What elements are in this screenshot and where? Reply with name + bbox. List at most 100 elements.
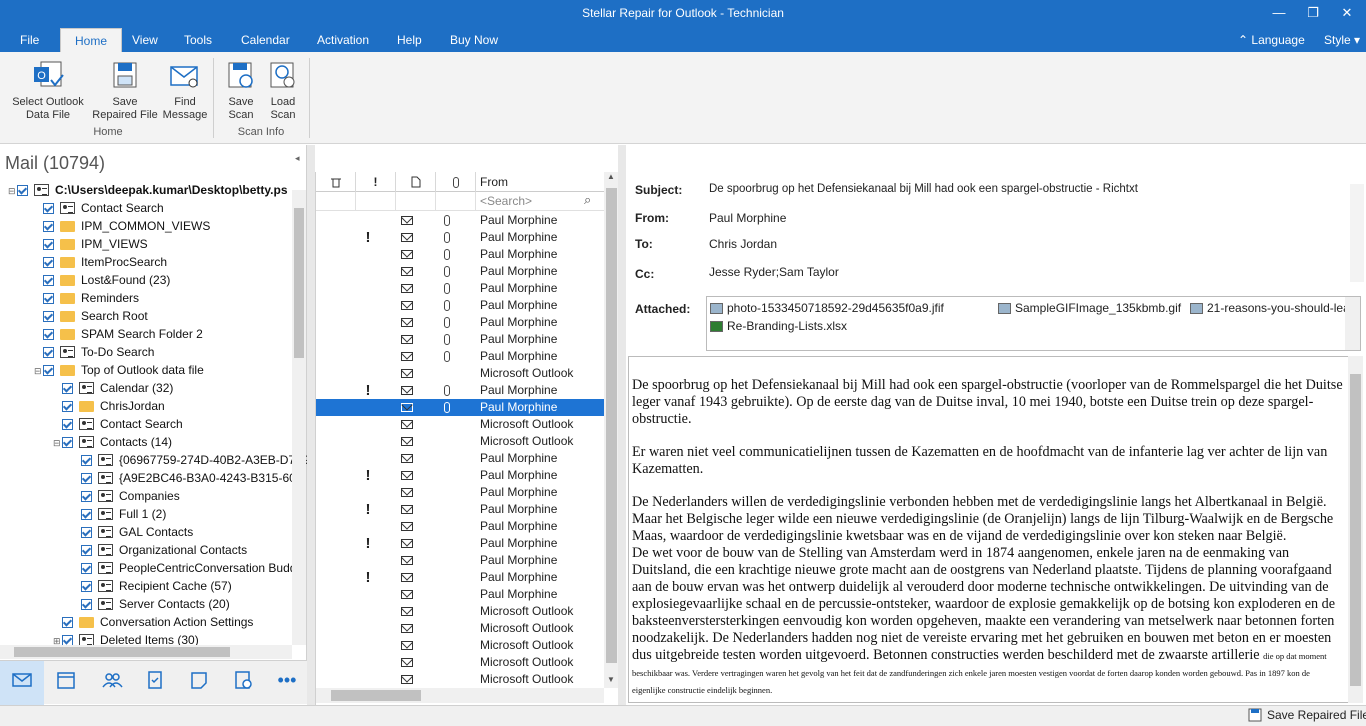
tree-item[interactable]: Full 1 (2) bbox=[72, 505, 166, 523]
tree-item[interactable]: {06967759-274D-40B2-A3EB-D7F9 bbox=[72, 451, 309, 469]
folder-checkbox[interactable] bbox=[81, 509, 92, 520]
attachments-scrollbar[interactable] bbox=[1345, 297, 1360, 350]
menu-help[interactable]: Help bbox=[397, 33, 422, 47]
tree-item[interactable]: {A9E2BC46-B3A0-4243-B315-60D bbox=[72, 469, 304, 487]
type-column-header[interactable] bbox=[396, 172, 436, 192]
menu-file[interactable]: File bbox=[20, 33, 39, 47]
message-row[interactable]: Microsoft Outlook bbox=[316, 433, 604, 450]
message-row[interactable]: Paul Morphine bbox=[316, 263, 604, 280]
folder-checkbox[interactable] bbox=[81, 491, 92, 502]
scroll-down-icon[interactable]: ▼ bbox=[607, 675, 615, 684]
menu-buy-now[interactable]: Buy Now bbox=[450, 33, 498, 47]
menu-tools[interactable]: Tools bbox=[184, 33, 212, 47]
folder-checkbox[interactable] bbox=[43, 221, 54, 232]
message-row[interactable]: Paul Morphine bbox=[316, 586, 604, 603]
language-menu[interactable]: ⌃ Language bbox=[1238, 33, 1305, 47]
tree-item[interactable]: Contact Search bbox=[53, 415, 183, 433]
message-row[interactable]: Paul Morphine bbox=[316, 246, 604, 263]
load-scan-button[interactable]: Load Scan bbox=[264, 58, 302, 122]
tree-item[interactable]: ⊟ Top of Outlook data file bbox=[34, 361, 204, 379]
header-scrollbar[interactable] bbox=[1350, 184, 1364, 282]
scrollbar-thumb[interactable] bbox=[1350, 374, 1361, 686]
mail-icon[interactable] bbox=[8, 669, 36, 697]
folder-checkbox[interactable] bbox=[81, 581, 92, 592]
message-row[interactable]: Paul Morphine bbox=[316, 484, 604, 501]
menu-view[interactable]: View bbox=[132, 33, 158, 47]
folder-checkbox[interactable] bbox=[43, 347, 54, 358]
find-message-button[interactable]: Find Message bbox=[160, 58, 210, 122]
expand-toggle-icon[interactable]: ⊟ bbox=[8, 182, 17, 200]
tree-item[interactable]: Search Root bbox=[34, 307, 148, 325]
folder-checkbox[interactable] bbox=[81, 545, 92, 556]
message-row[interactable]: Paul Morphine bbox=[316, 331, 604, 348]
minimize-button[interactable]: — bbox=[1262, 0, 1296, 26]
close-button[interactable]: ✕ bbox=[1330, 0, 1364, 26]
folder-checkbox[interactable] bbox=[62, 383, 73, 394]
message-row[interactable]: Microsoft Outlook bbox=[316, 416, 604, 433]
tree-item[interactable]: ItemProcSearch bbox=[34, 253, 167, 271]
tree-item[interactable]: Lost&Found (23) bbox=[34, 271, 170, 289]
more-icon[interactable]: ••• bbox=[273, 669, 301, 697]
attachment-item[interactable]: 21-reasons-you-should-learn bbox=[1190, 301, 1360, 315]
pane-splitter[interactable] bbox=[618, 145, 626, 705]
message-row[interactable]: Paul Morphine bbox=[316, 314, 604, 331]
scrollbar-thumb[interactable] bbox=[294, 208, 304, 358]
folder-checkbox[interactable] bbox=[43, 239, 54, 250]
message-row[interactable]: Microsoft Outlook bbox=[316, 620, 604, 637]
tree-item[interactable]: Calendar (32) bbox=[53, 379, 173, 397]
menu-activation[interactable]: Activation bbox=[317, 33, 369, 47]
folder-checkbox[interactable] bbox=[43, 275, 54, 286]
menu-home[interactable]: Home bbox=[60, 28, 123, 52]
folder-checkbox[interactable] bbox=[43, 293, 54, 304]
message-row[interactable]: Paul Morphine bbox=[316, 348, 604, 365]
tree-item[interactable]: IPM_VIEWS bbox=[34, 235, 148, 253]
tree-item[interactable]: Contact Search bbox=[34, 199, 164, 217]
notes-icon[interactable] bbox=[185, 669, 213, 697]
message-row[interactable]: Microsoft Outlook bbox=[316, 365, 604, 382]
tree-item[interactable]: Conversation Action Settings bbox=[53, 613, 253, 631]
folder-checkbox[interactable] bbox=[62, 437, 73, 448]
collapse-pane-icon[interactable]: ◂ bbox=[295, 153, 300, 164]
tree-horizontal-scrollbar[interactable] bbox=[0, 645, 292, 659]
message-row[interactable]: ! Paul Morphine bbox=[316, 501, 604, 518]
expand-toggle-icon[interactable]: ⊟ bbox=[34, 362, 43, 380]
restore-button[interactable]: ❐ bbox=[1296, 0, 1330, 26]
message-row[interactable]: Paul Morphine bbox=[316, 518, 604, 535]
folder-checkbox[interactable] bbox=[17, 185, 28, 196]
select-outlook-data-file-button[interactable]: O Select Outlook Data File bbox=[8, 58, 88, 122]
contacts-icon[interactable] bbox=[98, 669, 126, 697]
importance-column-header[interactable]: ! bbox=[356, 172, 396, 192]
tree-item[interactable]: ⊟ Contacts (14) bbox=[53, 433, 172, 451]
folder-checkbox[interactable] bbox=[62, 401, 73, 412]
menu-calendar[interactable]: Calendar bbox=[241, 33, 290, 47]
scrollbar-thumb[interactable] bbox=[606, 188, 617, 663]
folder-checkbox[interactable] bbox=[81, 473, 92, 484]
search-input[interactable]: <Search> bbox=[480, 194, 532, 208]
message-row[interactable]: Microsoft Outlook bbox=[316, 671, 604, 688]
attachment-item[interactable]: Re-Branding-Lists.xlsx bbox=[710, 319, 847, 333]
tree-item[interactable]: To-Do Search bbox=[34, 343, 154, 361]
folder-checkbox[interactable] bbox=[81, 563, 92, 574]
tree-item[interactable]: GAL Contacts bbox=[72, 523, 193, 541]
tree-item[interactable]: PeopleCentricConversation Budd bbox=[72, 559, 296, 577]
folder-checkbox[interactable] bbox=[81, 527, 92, 538]
attachment-column-header[interactable] bbox=[436, 172, 476, 192]
calendar-icon[interactable] bbox=[52, 669, 80, 697]
folder-checkbox[interactable] bbox=[43, 329, 54, 340]
scrollbar-thumb[interactable] bbox=[14, 647, 230, 657]
from-column-header[interactable]: From bbox=[476, 172, 604, 192]
message-row[interactable]: Paul Morphine bbox=[316, 399, 604, 416]
tree-item[interactable]: ChrisJordan bbox=[53, 397, 165, 415]
expand-toggle-icon[interactable]: ⊟ bbox=[53, 434, 62, 452]
scrollbar-thumb[interactable] bbox=[331, 690, 421, 701]
attachment-item[interactable]: photo-1533450718592-29d45635f0a9.jfif bbox=[710, 301, 944, 315]
attachment-item[interactable]: SampleGIFImage_135kbmb.gif bbox=[998, 301, 1181, 315]
tree-item[interactable]: Reminders bbox=[34, 289, 139, 307]
folder-checkbox[interactable] bbox=[81, 599, 92, 610]
status-save-repaired-file-button[interactable]: Save Repaired File bbox=[1248, 708, 1366, 722]
message-row[interactable]: Microsoft Outlook bbox=[316, 654, 604, 671]
tree-item[interactable]: Organizational Contacts bbox=[72, 541, 247, 559]
list-vertical-scrollbar[interactable]: ▲ ▼ bbox=[604, 172, 619, 688]
list-horizontal-scrollbar[interactable] bbox=[316, 688, 604, 703]
message-row[interactable]: Microsoft Outlook bbox=[316, 637, 604, 654]
